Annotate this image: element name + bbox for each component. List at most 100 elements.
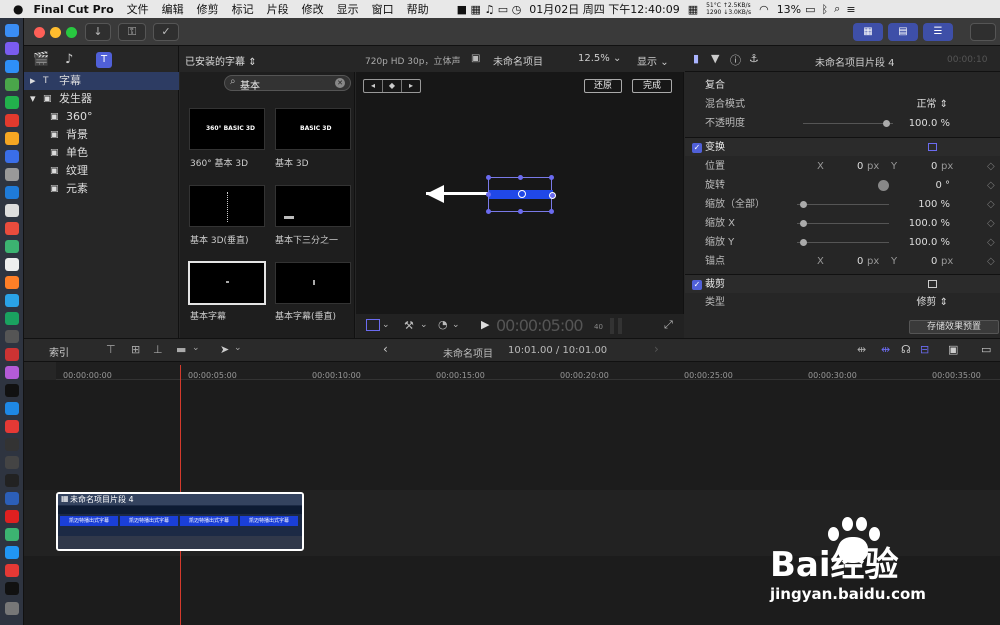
overwrite-clip-icon[interactable]: ▬ <box>176 343 186 356</box>
menu-clip[interactable]: 片段 <box>267 1 289 17</box>
vivaldi-icon[interactable] <box>5 420 19 433</box>
keyframe-diamond-icon[interactable]: ◇ <box>987 157 995 176</box>
crop-type-dropdown[interactable]: 修剪 ⇕ <box>916 293 948 312</box>
disclosure-right-icon[interactable]: ▸ <box>30 72 36 90</box>
add-keyframe-icon[interactable]: ◆ <box>383 80 402 92</box>
scale-y-knob[interactable] <box>800 239 807 246</box>
music-icon[interactable] <box>5 348 19 361</box>
menu-mark[interactable]: 标记 <box>232 1 254 17</box>
podcasts-icon[interactable] <box>5 366 19 379</box>
forward-icon[interactable]: › <box>654 342 659 356</box>
clock-text[interactable]: 01月02日 周四 下午12:40:09 <box>529 1 679 17</box>
enhance-tool-icon[interactable]: ⚒ <box>404 319 414 332</box>
timeline-ruler[interactable]: 00:00:00:00 00:00:05:00 00:00:10:00 00:0… <box>56 362 1000 380</box>
crop-section[interactable]: ✓ 裁剪 <box>685 274 1000 293</box>
retime-icon[interactable]: ◔ <box>438 318 448 331</box>
transform-handle[interactable] <box>518 209 523 214</box>
control-center-icon[interactable]: ≡ <box>846 3 855 16</box>
next-keyframe-icon[interactable]: ▸ <box>402 80 420 92</box>
menu-edit[interactable]: 编辑 <box>162 1 184 17</box>
app-icon-gray[interactable] <box>5 168 19 181</box>
tree-item-elements[interactable]: ▣ 元素 <box>24 180 179 198</box>
app-icon-docs[interactable] <box>5 186 19 199</box>
terminal-icon[interactable] <box>5 438 19 451</box>
clear-search-icon[interactable]: ✕ <box>335 78 345 88</box>
rotation-handle[interactable] <box>549 192 556 199</box>
chrome-icon[interactable] <box>5 132 19 145</box>
chevron-down-icon[interactable]: ⌄ <box>452 320 460 330</box>
skimming-icon[interactable]: ⇹ <box>857 343 866 356</box>
app-icon-green2[interactable] <box>5 528 19 541</box>
keyframe-diamond-icon[interactable]: ◇ <box>987 233 995 252</box>
chevron-down-icon[interactable]: ⌄ <box>234 343 242 353</box>
save-effects-preset-button[interactable]: 存储效果预置 <box>909 320 999 334</box>
crop-onscreen-icon[interactable] <box>928 280 937 288</box>
tree-item-generators[interactable]: ▾ ▣ 发生器 <box>24 90 179 108</box>
battery-percent[interactable]: 13% <box>777 3 801 16</box>
media-browser-icon[interactable]: 🎬 <box>33 52 49 67</box>
scale-all-knob[interactable] <box>800 201 807 208</box>
app-icon-green[interactable] <box>5 240 19 253</box>
grid-icon[interactable]: ▦ <box>688 3 698 16</box>
calendar-icon[interactable] <box>5 204 19 217</box>
thumb-basic-title[interactable] <box>188 261 266 305</box>
inspector-toggle-button[interactable]: ☰ <box>923 23 953 41</box>
transform-handle[interactable] <box>486 175 491 180</box>
app-icon-blue2[interactable] <box>5 546 19 559</box>
transform-section[interactable]: ✓ 变换 <box>685 137 1000 156</box>
transform-handle[interactable] <box>518 175 523 180</box>
effects-browser-icon[interactable]: ▭ <box>981 343 991 356</box>
keywords-button[interactable]: ⚿ <box>118 23 146 41</box>
messages-icon[interactable] <box>5 78 19 91</box>
transform-handle[interactable] <box>486 209 491 214</box>
bluetooth-icon[interactable]: ᛒ <box>822 3 829 16</box>
index-button[interactable]: 索引 <box>49 344 69 359</box>
tree-item-360[interactable]: ▣ 360° <box>24 108 179 126</box>
menu-help[interactable]: 帮助 <box>407 1 429 17</box>
solo-headphones-icon[interactable]: ☊ <box>901 343 911 356</box>
keyframe-diamond-icon[interactable]: ◇ <box>987 252 995 271</box>
menu-view[interactable]: 显示 <box>337 1 359 17</box>
reset-button[interactable]: 还原 <box>584 79 622 93</box>
menu-file[interactable]: 文件 <box>127 1 149 17</box>
zoom-dropdown[interactable]: 12.5% ⌄ <box>578 53 621 64</box>
menu-app-name[interactable]: Final Cut Pro <box>33 3 113 16</box>
timeline-toggle-button[interactable]: ▤ <box>888 23 918 41</box>
tree-item-titles[interactable]: ▸ T 字幕 <box>24 72 179 90</box>
rotation-dial[interactable] <box>878 180 889 191</box>
close-button[interactable] <box>34 27 45 38</box>
done-button[interactable]: 完成 <box>632 79 672 93</box>
photos-audio-icon[interactable]: ♪ <box>65 52 73 67</box>
display-dropdown[interactable]: 显示 ⌄ <box>637 53 669 68</box>
connect-clip-icon[interactable]: ⊤ <box>106 343 116 356</box>
app-icon-red2[interactable] <box>5 564 19 577</box>
transform-checkbox[interactable]: ✓ <box>692 143 702 153</box>
tv-icon[interactable] <box>5 384 19 397</box>
append-clip-icon[interactable]: ⊥ <box>153 343 163 356</box>
info-icon[interactable]: ⓘ <box>730 52 741 68</box>
transform-bounding-box[interactable] <box>486 175 556 214</box>
app-icon-red[interactable] <box>5 114 19 127</box>
app-icon-orange[interactable] <box>5 222 19 235</box>
status-icons[interactable]: ■ ▦ ♫ ▭ ◷ <box>457 3 522 16</box>
installed-titles-dropdown[interactable]: 已安装的字幕 ⇕ <box>185 53 257 68</box>
import-button[interactable]: ↓ <box>85 23 111 41</box>
app-icon-blue[interactable] <box>5 150 19 163</box>
share-button[interactable] <box>970 23 996 41</box>
wifi-icon[interactable]: ◠ <box>759 3 769 16</box>
position-x-value[interactable]: 0 <box>857 157 863 176</box>
tree-item-textures[interactable]: ▣ 纹理 <box>24 162 179 180</box>
keyframe-diamond-icon[interactable]: ◇ <box>987 195 995 214</box>
activity-monitor-icon[interactable] <box>5 456 19 469</box>
menu-trim[interactable]: 修剪 <box>197 1 219 17</box>
tree-item-solids[interactable]: ▣ 单色 <box>24 144 179 162</box>
safari-icon[interactable] <box>5 60 19 73</box>
timeline-clip[interactable]: ▦ 未命名项目片段 4 凯迈特播出式字幕 凯迈特播出式字幕 凯迈特播出式字幕 凯… <box>56 492 304 551</box>
snapping-icon[interactable]: ⊟ <box>920 343 929 356</box>
browser-toggle-button[interactable]: ▦ <box>853 23 883 41</box>
scale-all-slider[interactable] <box>797 204 889 205</box>
app-icon-cyan[interactable] <box>5 294 19 307</box>
wechat-icon[interactable] <box>5 96 19 109</box>
back-icon[interactable]: ‹ <box>383 342 388 356</box>
appstore-icon[interactable] <box>5 402 19 415</box>
